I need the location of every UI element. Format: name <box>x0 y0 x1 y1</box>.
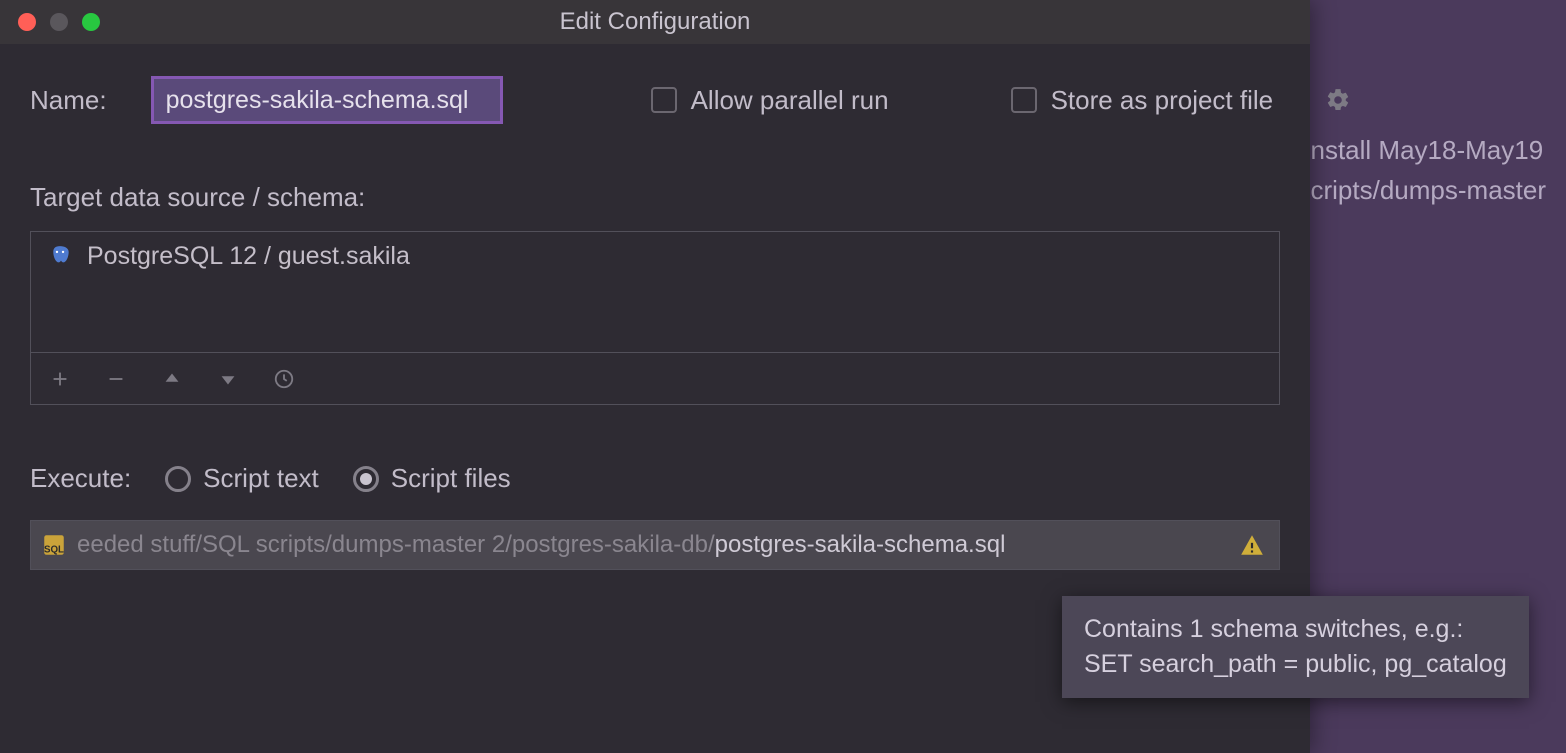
warning-icon <box>1239 532 1265 558</box>
allow-parallel-run-checkbox[interactable]: Allow parallel run <box>651 85 889 116</box>
radio-icon <box>353 466 379 492</box>
history-icon[interactable] <box>273 368 295 390</box>
radio-script-files-label: Script files <box>391 463 511 494</box>
bg-hint-line: nstall May18-May19 <box>1311 130 1547 170</box>
dialog-title: Edit Configuration <box>0 8 1310 36</box>
configuration-name-input[interactable] <box>151 76 503 124</box>
warning-tooltip: Contains 1 schema switches, e.g.: SET se… <box>1062 596 1529 698</box>
radio-script-text[interactable]: Script text <box>165 463 319 494</box>
svg-text:SQL: SQL <box>44 545 64 556</box>
store-as-project-file-label: Store as project file <box>1051 85 1274 116</box>
target-data-source-box: PostgreSQL 12 / guest.sakila <box>30 231 1280 405</box>
gear-icon[interactable] <box>1325 87 1351 113</box>
script-file-row[interactable]: SQL eeded stuff/SQL scripts/dumps-master… <box>31 521 1279 569</box>
radio-icon <box>165 466 191 492</box>
target-item-label: PostgreSQL 12 / guest.sakila <box>87 242 410 271</box>
add-icon[interactable] <box>49 368 71 390</box>
target-section-label: Target data source / schema: <box>30 182 1280 213</box>
postgresql-icon <box>47 244 73 270</box>
file-name: postgres-sakila-schema.sql <box>715 531 1006 558</box>
move-down-icon[interactable] <box>217 368 239 390</box>
store-as-project-file-checkbox[interactable]: Store as project file <box>1011 85 1274 116</box>
radio-script-files[interactable]: Script files <box>353 463 511 494</box>
titlebar: Edit Configuration <box>0 0 1310 44</box>
minimize-window-button[interactable] <box>50 13 68 31</box>
background-editor-hints: nstall May18-May19 cripts/dumps-master <box>1311 130 1547 211</box>
remove-icon[interactable] <box>105 368 127 390</box>
tooltip-line-2: SET search_path = public, pg_catalog <box>1084 650 1507 678</box>
window-controls <box>18 13 100 31</box>
close-window-button[interactable] <box>18 13 36 31</box>
tooltip-line-1: Contains 1 schema switches, e.g.: <box>1084 615 1463 643</box>
sql-file-icon: SQL <box>41 532 67 558</box>
move-up-icon[interactable] <box>161 368 183 390</box>
checkbox-icon <box>1011 87 1037 113</box>
file-path-prefix: eeded stuff/SQL scripts/dumps-master 2/p… <box>77 531 715 558</box>
target-toolbar <box>31 352 1279 404</box>
radio-script-text-label: Script text <box>203 463 319 494</box>
target-data-source-item[interactable]: PostgreSQL 12 / guest.sakila <box>47 242 1263 271</box>
checkbox-icon <box>651 87 677 113</box>
execute-label: Execute: <box>30 463 131 494</box>
zoom-window-button[interactable] <box>82 13 100 31</box>
allow-parallel-run-label: Allow parallel run <box>691 85 889 116</box>
script-file-path: eeded stuff/SQL scripts/dumps-master 2/p… <box>77 531 1229 559</box>
script-files-list: SQL eeded stuff/SQL scripts/dumps-master… <box>30 520 1280 570</box>
name-label: Name: <box>30 85 107 116</box>
bg-hint-line: cripts/dumps-master <box>1311 170 1547 210</box>
